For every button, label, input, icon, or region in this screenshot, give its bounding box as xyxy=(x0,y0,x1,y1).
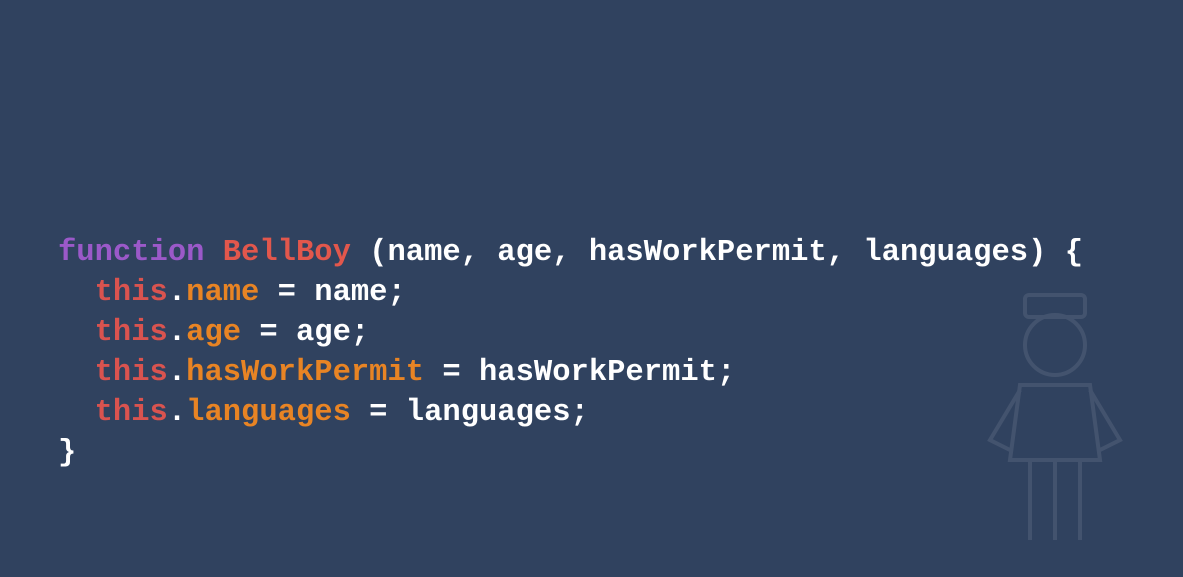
code-line-2: this.name = name; xyxy=(94,276,406,310)
this-keyword: this xyxy=(94,276,168,310)
code-line-3: this.age = age; xyxy=(94,316,370,350)
assignment: = name; xyxy=(259,276,406,310)
this-keyword: this xyxy=(94,316,168,350)
code-line-4: this.hasWorkPermit = hasWorkPermit; xyxy=(94,356,736,390)
assignment: = hasWorkPermit; xyxy=(424,356,736,390)
this-keyword: this xyxy=(94,356,168,390)
slide: function BellBoy (name, age, hasWorkPerm… xyxy=(0,0,1183,577)
assignment: = age; xyxy=(241,316,370,350)
code-line-5: this.languages = languages; xyxy=(94,396,589,430)
function-params: (name, age, hasWorkPermit, languages) { xyxy=(350,236,1083,270)
code-line-1: function BellBoy (name, age, hasWorkPerm… xyxy=(58,233,1083,273)
property-has-work-permit: hasWorkPermit xyxy=(186,356,425,390)
property-name: name xyxy=(186,276,260,310)
code-line-6: } xyxy=(58,433,1083,473)
code-block: function BellBoy (name, age, hasWorkPerm… xyxy=(58,233,1083,473)
property-age: age xyxy=(186,316,242,350)
function-name: BellBoy xyxy=(222,236,351,270)
closing-brace: } xyxy=(58,436,77,470)
this-keyword: this xyxy=(94,396,168,430)
function-keyword: function xyxy=(58,236,205,270)
property-languages: languages xyxy=(186,396,351,430)
assignment: = languages; xyxy=(350,396,589,430)
